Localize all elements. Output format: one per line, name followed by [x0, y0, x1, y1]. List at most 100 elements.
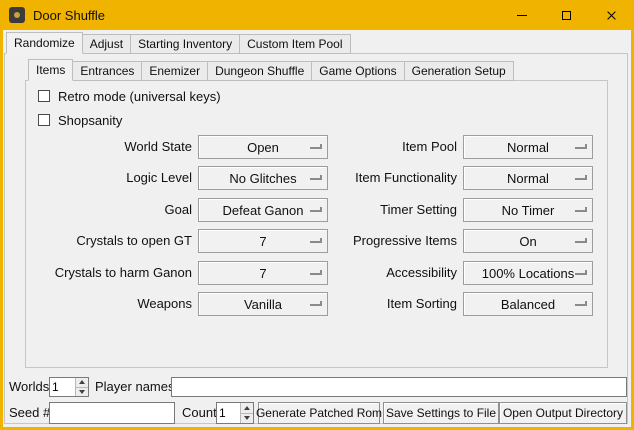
- seed-label: Seed #: [9, 402, 50, 424]
- maximize-icon: [562, 11, 571, 20]
- dropdown-indicator-icon: [575, 238, 587, 243]
- goal-dropdown[interactable]: Defeat Ganon: [198, 198, 328, 222]
- item-sorting-dropdown[interactable]: Balanced: [463, 292, 593, 316]
- tab-entrances[interactable]: Entrances: [72, 61, 142, 81]
- randomize-pane: Items Entrances Enemizer Dungeon Shuffle…: [4, 53, 628, 424]
- count-spin-down[interactable]: [241, 413, 253, 424]
- save-settings-button[interactable]: Save Settings to File: [383, 402, 499, 424]
- item-functionality-dropdown[interactable]: Normal: [463, 166, 593, 190]
- retro-mode-checkbox[interactable]: [38, 90, 50, 102]
- close-button[interactable]: [589, 0, 634, 30]
- minimize-button[interactable]: [499, 0, 544, 30]
- world-state-label: World State: [32, 135, 192, 159]
- worlds-spin-up[interactable]: [76, 378, 88, 387]
- dropdown-indicator-icon: [575, 175, 587, 180]
- shopsanity-checkbox[interactable]: [38, 114, 50, 126]
- spin-down-icon: [79, 390, 85, 394]
- timer-setting-dropdown[interactable]: No Timer: [463, 198, 593, 222]
- crystals-harm-ganon-label: Crystals to harm Ganon: [32, 261, 192, 285]
- timer-setting-value: No Timer: [502, 203, 555, 218]
- worlds-spin-buttons: [75, 378, 88, 396]
- item-functionality-value: Normal: [507, 171, 549, 186]
- spin-up-icon: [244, 406, 250, 410]
- crystals-harm-ganon-dropdown[interactable]: 7: [198, 261, 328, 285]
- tab-custom-item-pool[interactable]: Custom Item Pool: [239, 34, 350, 54]
- item-pool-dropdown[interactable]: Normal: [463, 135, 593, 159]
- item-pool-value: Normal: [507, 140, 549, 155]
- worlds-spin-down[interactable]: [76, 387, 88, 397]
- dropdown-indicator-icon: [310, 270, 322, 275]
- weapons-dropdown[interactable]: Vanilla: [198, 292, 328, 316]
- item-sorting-value: Balanced: [501, 297, 555, 312]
- item-functionality-label: Item Functionality: [322, 166, 457, 190]
- timer-setting-label: Timer Setting: [322, 198, 457, 222]
- dropdown-indicator-icon: [310, 238, 322, 243]
- weapons-label: Weapons: [32, 292, 192, 316]
- count-spinbox[interactable]: [216, 402, 254, 424]
- logic-level-value: No Glitches: [229, 171, 296, 186]
- window-content: Randomize Adjust Starting Inventory Cust…: [3, 30, 631, 427]
- option-row: Weapons Vanilla Item Sorting Balanced: [26, 292, 607, 316]
- app-icon: [9, 7, 25, 23]
- seed-row: Seed # Count Generate Patched Rom Save S…: [5, 402, 627, 424]
- tab-game-options[interactable]: Game Options: [311, 61, 404, 81]
- open-output-directory-button[interactable]: Open Output Directory: [499, 402, 627, 424]
- option-row: Goal Defeat Ganon Timer Setting No Timer: [26, 198, 607, 222]
- seed-input[interactable]: [49, 402, 175, 424]
- minimize-icon: [517, 15, 527, 16]
- progressive-items-value: On: [519, 234, 536, 249]
- titlebar: Door Shuffle: [0, 0, 634, 30]
- shopsanity-row: Shopsanity: [38, 112, 122, 128]
- player-names-label: Player names: [95, 377, 174, 397]
- world-state-value: Open: [247, 140, 279, 155]
- dropdown-indicator-icon: [575, 301, 587, 306]
- maximize-button[interactable]: [544, 0, 589, 30]
- worlds-label: Worlds: [9, 377, 49, 397]
- progressive-items-dropdown[interactable]: On: [463, 229, 593, 253]
- accessibility-dropdown[interactable]: 100% Locations: [463, 261, 593, 285]
- count-input[interactable]: [217, 403, 240, 423]
- crystals-open-gt-value: 7: [259, 234, 266, 249]
- worlds-spinbox[interactable]: [49, 377, 89, 397]
- progressive-items-label: Progressive Items: [322, 229, 457, 253]
- inner-tab-bar: Items Entrances Enemizer Dungeon Shuffle…: [28, 59, 514, 81]
- tab-adjust[interactable]: Adjust: [82, 34, 131, 54]
- goal-value: Defeat Ganon: [223, 203, 304, 218]
- logic-level-label: Logic Level: [32, 166, 192, 190]
- dropdown-indicator-icon: [310, 301, 322, 306]
- crystals-harm-ganon-value: 7: [259, 266, 266, 281]
- dropdown-indicator-icon: [575, 270, 587, 275]
- items-pane: Retro mode (universal keys) Shopsanity W…: [25, 80, 608, 368]
- tab-items[interactable]: Items: [28, 59, 73, 81]
- worlds-input[interactable]: [50, 378, 75, 396]
- option-row: World State Open Item Pool Normal: [26, 135, 607, 159]
- accessibility-label: Accessibility: [322, 261, 457, 285]
- count-spin-buttons: [240, 403, 253, 423]
- close-icon: [606, 10, 617, 21]
- worlds-row: Worlds Player names: [5, 377, 627, 397]
- weapons-value: Vanilla: [244, 297, 282, 312]
- app-icon-dot: [14, 12, 20, 18]
- spin-up-icon: [79, 380, 85, 384]
- generate-patched-rom-button[interactable]: Generate Patched Rom: [258, 402, 380, 424]
- count-spin-up[interactable]: [241, 403, 253, 413]
- dropdown-indicator-icon: [310, 144, 322, 149]
- crystals-open-gt-dropdown[interactable]: 7: [198, 229, 328, 253]
- spin-down-icon: [244, 416, 250, 420]
- item-pool-label: Item Pool: [322, 135, 457, 159]
- shopsanity-label: Shopsanity: [58, 113, 122, 128]
- logic-level-dropdown[interactable]: No Glitches: [198, 166, 328, 190]
- tab-starting-inventory[interactable]: Starting Inventory: [130, 34, 240, 54]
- dropdown-indicator-icon: [575, 144, 587, 149]
- option-row: Logic Level No Glitches Item Functionali…: [26, 166, 607, 190]
- tab-enemizer[interactable]: Enemizer: [141, 61, 208, 81]
- goal-label: Goal: [32, 198, 192, 222]
- tab-generation-setup[interactable]: Generation Setup: [404, 61, 514, 81]
- world-state-dropdown[interactable]: Open: [198, 135, 328, 159]
- retro-mode-label: Retro mode (universal keys): [58, 89, 221, 104]
- outer-tab-bar: Randomize Adjust Starting Inventory Cust…: [6, 32, 351, 54]
- tab-dungeon-shuffle[interactable]: Dungeon Shuffle: [207, 61, 312, 81]
- accessibility-value: 100% Locations: [482, 266, 575, 281]
- player-names-input[interactable]: [171, 377, 627, 397]
- tab-randomize[interactable]: Randomize: [6, 32, 83, 54]
